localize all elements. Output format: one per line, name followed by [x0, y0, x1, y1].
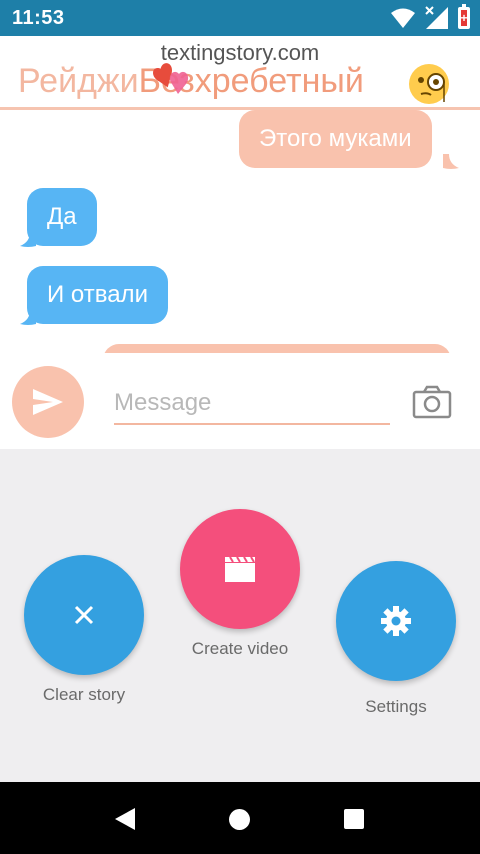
- send-button[interactable]: [12, 366, 84, 438]
- bubble-tail: [20, 232, 36, 247]
- message-bubble-incoming[interactable]: Да: [27, 188, 97, 246]
- watermark: textingstory.com: [160, 40, 320, 65]
- status-bar: 11:53 +: [0, 0, 480, 36]
- message-bubble-incoming[interactable]: И отвали: [27, 266, 168, 324]
- bubble-tail: [443, 154, 459, 169]
- battery-icon: +: [458, 4, 470, 29]
- create-video-label: Create video: [191, 639, 289, 658]
- message-bubble-outgoing[interactable]: [103, 344, 451, 353]
- clapperboard-icon: [225, 556, 255, 582]
- chat-area[interactable]: Этого муками Да И отвали: [0, 110, 480, 353]
- wifi-icon: [391, 8, 415, 28]
- clear-story-button[interactable]: [24, 555, 144, 675]
- action-panel: Clear story Create video Settings: [0, 449, 480, 782]
- signal-icon: [425, 6, 448, 29]
- navigation-bar: [0, 782, 480, 854]
- gear-icon: [381, 606, 411, 636]
- message-input[interactable]: [114, 383, 390, 425]
- settings-label: Settings: [365, 697, 427, 716]
- send-icon: [33, 389, 63, 415]
- message-bubble-outgoing[interactable]: Этого муками: [239, 110, 432, 168]
- home-icon[interactable]: [229, 809, 250, 830]
- contact-name-part1: Рейджи: [18, 62, 139, 100]
- message-composer: [0, 353, 480, 449]
- recents-icon[interactable]: [344, 809, 364, 829]
- settings-button[interactable]: [336, 561, 456, 681]
- clear-story-label: Clear story: [42, 685, 126, 704]
- camera-icon[interactable]: [412, 385, 452, 419]
- create-video-button[interactable]: [180, 509, 300, 629]
- status-time: 11:53: [12, 7, 65, 29]
- monocle-face-emoji-icon: [409, 64, 449, 104]
- bubble-tail: [20, 310, 36, 325]
- close-icon: [74, 605, 94, 625]
- conversation-header: РейджиБезхребетный textingstory.com: [0, 36, 480, 110]
- status-icons: +: [390, 4, 470, 30]
- back-icon[interactable]: [114, 807, 136, 831]
